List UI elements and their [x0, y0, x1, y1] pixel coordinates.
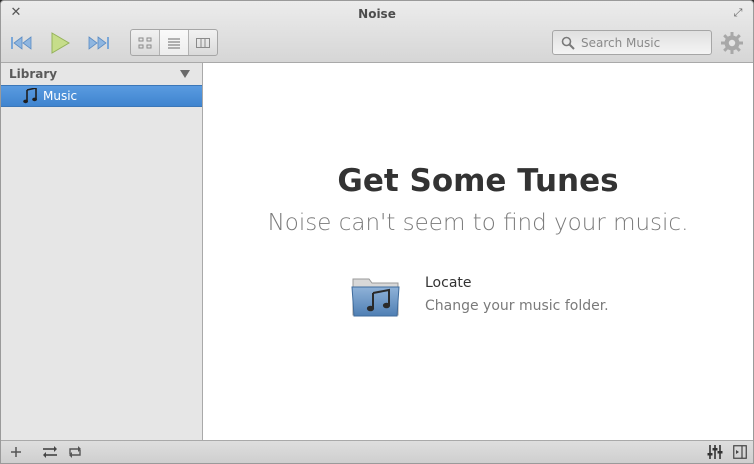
column-view-button[interactable] — [189, 30, 217, 55]
locate-action[interactable]: Locate Change your music folder. — [351, 273, 609, 319]
previous-button[interactable] — [9, 30, 35, 56]
shuffle-button[interactable] — [42, 444, 58, 460]
library-label: Library — [9, 67, 58, 81]
list-view-icon — [168, 38, 180, 48]
list-view-button[interactable] — [160, 30, 189, 55]
grid-view-icon — [138, 37, 152, 48]
library-section-header[interactable]: Library — [1, 63, 202, 85]
locate-title: Locate — [425, 275, 472, 291]
repeat-icon — [69, 446, 81, 458]
sidebar: Library Music — [1, 63, 203, 440]
sidebar-item-music[interactable]: Music — [1, 85, 202, 107]
grid-view-button[interactable] — [131, 30, 160, 55]
skip-back-icon — [11, 36, 32, 50]
play-icon — [51, 32, 70, 54]
search-icon — [561, 36, 575, 50]
view-mode-switcher — [130, 29, 218, 56]
maximize-icon[interactable]: ⤢ — [731, 6, 745, 20]
side-panel-icon — [733, 445, 747, 459]
search-field[interactable] — [552, 30, 712, 55]
gear-icon — [721, 32, 743, 54]
main-content: Get Some Tunes Noise can't seem to find … — [203, 63, 753, 440]
app-window: ✕ Noise ⤢ Search Music Library Music Get… — [0, 0, 754, 464]
shuffle-icon — [43, 446, 57, 458]
locate-text: Locate Change your music folder. — [425, 275, 609, 314]
settings-button[interactable] — [720, 31, 744, 55]
add-playlist-button[interactable] — [9, 444, 23, 460]
welcome-headline: Get Some Tunes — [337, 163, 619, 199]
play-button[interactable] — [47, 30, 73, 56]
info-panel-button[interactable] — [732, 444, 748, 460]
collapse-triangle-icon[interactable] — [180, 70, 190, 78]
column-view-icon — [196, 37, 210, 48]
skip-forward-icon — [88, 36, 109, 50]
sidebar-item-label: Music — [43, 89, 78, 103]
welcome-subline: Noise can't seem to find your music. — [267, 210, 689, 236]
music-note-icon — [23, 88, 37, 104]
window-title: Noise — [358, 7, 396, 21]
locate-subtitle: Change your music folder. — [425, 298, 609, 314]
header-bar: ✕ Noise ⤢ — [1, 1, 753, 63]
equalizer-icon — [707, 445, 723, 459]
plus-icon — [11, 447, 21, 457]
repeat-button[interactable] — [66, 444, 84, 460]
bottom-bar — [1, 440, 753, 463]
music-folder-icon — [351, 278, 400, 317]
search-input[interactable] — [581, 35, 701, 50]
equalizer-button[interactable] — [706, 444, 724, 460]
next-button[interactable] — [85, 30, 111, 56]
